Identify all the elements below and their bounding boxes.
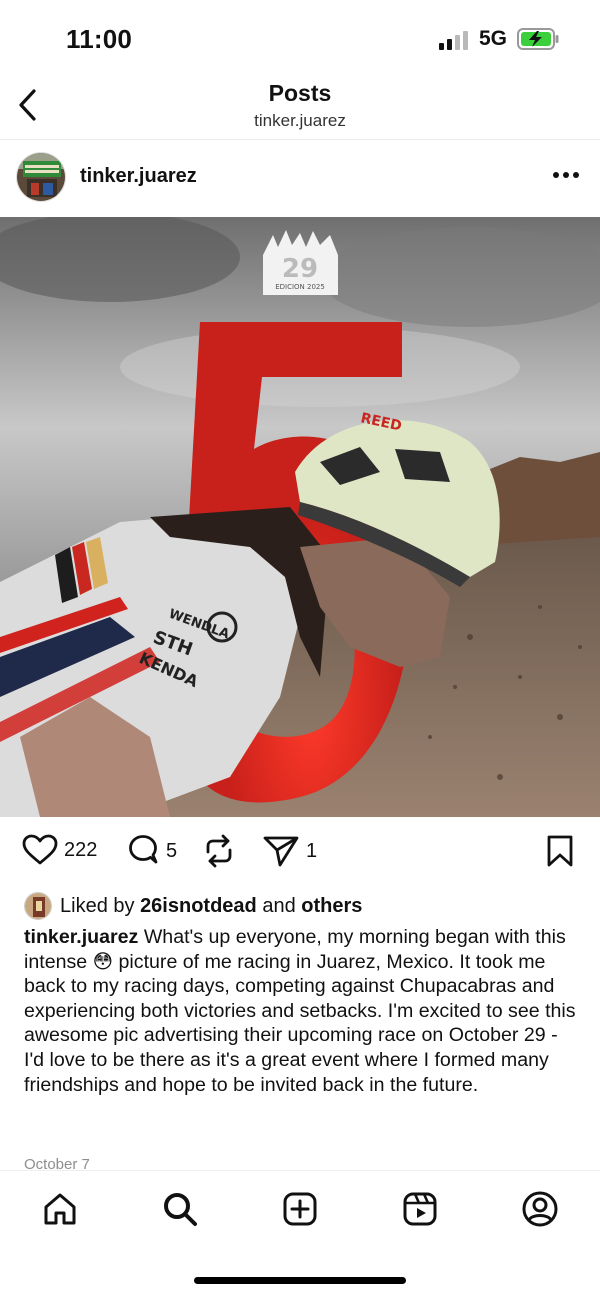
post-caption: tinker.juarez What's up everyone, my mor… <box>24 925 580 1097</box>
race-poster-image: EDICION 2025 29 REED WENDLA STH KENDA <box>0 217 600 817</box>
post-actions: 222 5 1 <box>0 826 600 884</box>
liked-by-others[interactable]: others <box>301 895 362 918</box>
liked-by-prefix: Liked by <box>60 894 135 917</box>
status-bar: 11:00 5G <box>0 0 600 78</box>
posts-header: Posts tinker.juarez <box>0 78 600 140</box>
nav-profile[interactable] <box>520 1189 560 1229</box>
status-time: 11:00 <box>66 24 133 54</box>
send-icon <box>263 836 299 867</box>
comment-button[interactable]: 5 <box>126 834 177 868</box>
more-horizontal-icon <box>553 172 579 178</box>
repost-icon <box>206 834 232 868</box>
avatar-image <box>17 153 65 201</box>
comment-count: 5 <box>166 839 178 862</box>
like-count: 222 <box>64 838 98 861</box>
create-icon <box>283 1192 317 1226</box>
cellular-signal-icon <box>439 31 468 50</box>
page-subtitle: tinker.juarez <box>254 111 346 130</box>
save-button[interactable] <box>545 834 575 868</box>
nav-create[interactable] <box>280 1189 320 1229</box>
nav-search[interactable] <box>160 1189 200 1229</box>
liker-avatar <box>24 892 52 920</box>
liked-by-user[interactable]: 26isnotdead <box>140 895 257 918</box>
home-icon <box>44 1193 76 1225</box>
post-more-button[interactable] <box>546 163 586 187</box>
share-count: 1 <box>306 839 318 862</box>
heart-icon <box>22 834 58 865</box>
nav-reels[interactable] <box>400 1189 440 1229</box>
flushed-face-emoji: 😳 <box>92 950 114 973</box>
network-label: 5G <box>479 27 508 50</box>
svg-text:EDICION 2025: EDICION 2025 <box>275 283 325 291</box>
caption-author[interactable]: tinker.juarez <box>24 926 138 948</box>
home-indicator[interactable] <box>194 1277 406 1284</box>
page-title: Posts <box>268 80 332 106</box>
post-author-row: tinker.juarez <box>0 141 600 217</box>
comment-icon <box>129 835 158 864</box>
liked-by-row[interactable]: Liked by 26isnotdead and others <box>24 890 362 922</box>
author-avatar[interactable] <box>16 152 66 202</box>
repost-button[interactable] <box>202 834 236 868</box>
share-button[interactable]: 1 <box>262 834 317 868</box>
like-button[interactable]: 222 <box>22 834 97 866</box>
post-photo[interactable]: EDICION 2025 29 REED WENDLA STH KENDA <box>0 217 600 817</box>
liked-by-and: and <box>262 894 296 917</box>
svg-text:29: 29 <box>282 254 318 284</box>
battery-charging-icon <box>517 28 559 50</box>
bookmark-icon <box>547 835 573 867</box>
profile-icon <box>522 1191 558 1227</box>
nav-home[interactable] <box>40 1189 80 1229</box>
reels-icon <box>403 1192 437 1226</box>
author-username[interactable]: tinker.juarez <box>80 165 197 188</box>
search-icon <box>164 1193 197 1226</box>
